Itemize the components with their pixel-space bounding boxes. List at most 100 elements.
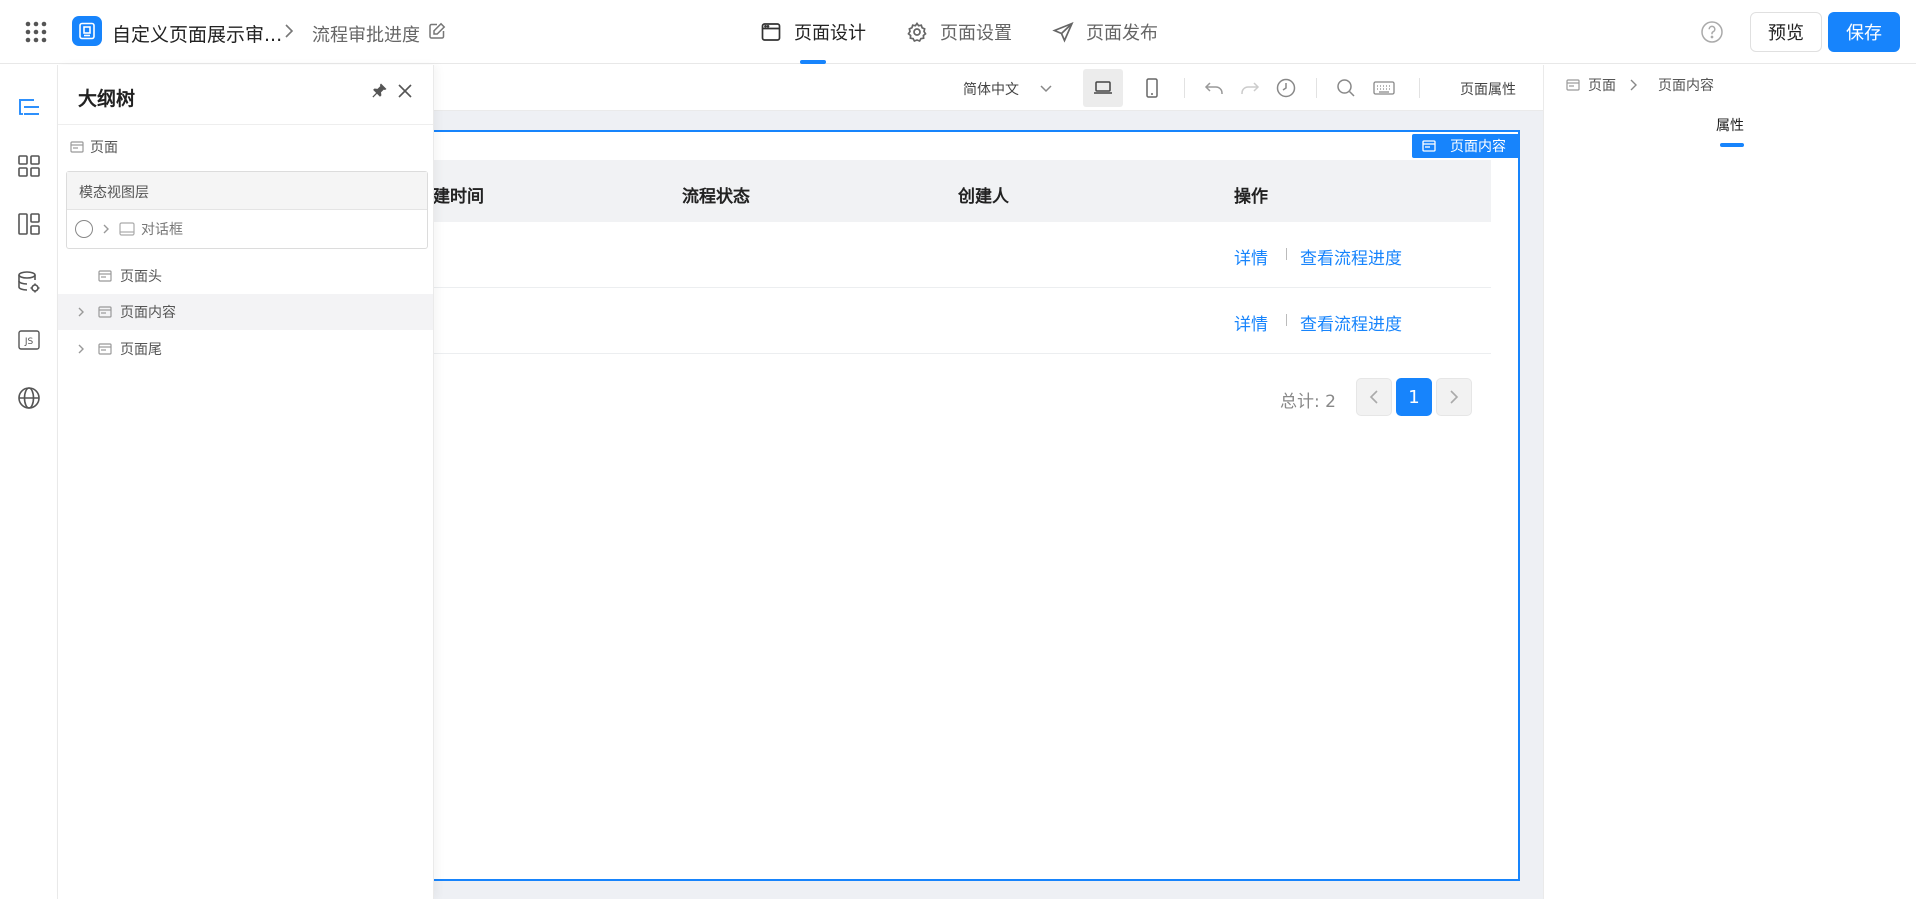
tree-root-page[interactable]: 页面 [70,137,118,157]
page-node-icon [98,343,112,355]
detail-link[interactable]: 详情 [1234,244,1268,269]
send-icon [1052,21,1086,43]
chevron-right-icon[interactable] [101,222,111,236]
chevron-right-icon[interactable] [76,305,92,319]
edit-icon[interactable] [428,22,446,40]
chevron-down-icon [1019,84,1053,94]
detail-link[interactable]: 详情 [1234,310,1268,335]
selected-component-badge[interactable]: 页面内容 [1412,134,1520,158]
page-title: 流程审批进度 [312,25,420,46]
datasource-icon[interactable] [16,269,42,295]
page-number-button[interactable]: 1 [1396,378,1432,416]
visibility-radio[interactable] [75,220,93,238]
tab-page-publish[interactable]: 页面发布 [1052,0,1158,64]
column-header-created-time: 建时间 [433,187,484,207]
gear-icon [906,21,940,43]
tree-root-label: 页面 [90,140,118,156]
chevron-left-icon [1368,388,1380,406]
breadcrumb-item-page[interactable]: 页面 [1588,75,1616,95]
toolbar-divider [1316,78,1317,98]
language-select[interactable]: 简体中文 [963,79,1053,99]
breadcrumb-item-page-content[interactable]: 页面内容 [1658,75,1714,95]
page-node-icon [1566,79,1588,91]
redo-icon [1239,79,1261,97]
modal-layer-title: 模态视图层 [67,172,427,210]
tree-item-page-content[interactable]: 页面内容 [58,294,433,330]
desktop-view-button[interactable] [1083,69,1123,107]
next-page-button[interactable] [1436,378,1472,416]
page-node-icon [98,270,112,282]
clock-icon [1275,77,1297,99]
tab-page-settings[interactable]: 页面设置 [906,0,1012,64]
svg-text:JS: JS [24,337,34,347]
chevron-right-icon [1448,388,1460,406]
history-button[interactable] [1266,69,1306,107]
mobile-view-button[interactable] [1132,69,1172,107]
chevron-right-icon [1628,78,1646,92]
save-button[interactable]: 保存 [1828,12,1900,52]
js-code-icon[interactable]: JS [16,327,42,353]
preview-button[interactable]: 预览 [1750,12,1822,52]
help-icon[interactable] [1700,20,1724,44]
tree-item-page-header[interactable]: 页面头 [58,258,433,294]
phone-icon [1144,77,1160,99]
active-tab-indicator [800,60,826,64]
layout-icon[interactable] [16,211,42,237]
app-logo [72,16,102,46]
chevron-right-icon [282,21,296,41]
app-name[interactable]: 自定义页面展示审... [112,20,282,47]
table-row: 详情 查看流程进度 [434,288,1491,354]
toolbar-divider [1184,78,1185,98]
tab-properties[interactable]: 属性 [1716,115,1744,135]
link-separator [1286,314,1287,326]
table-row: 详情 查看流程进度 [434,222,1491,288]
page-node-icon [70,141,90,153]
page-content-frame[interactable]: 页面内容 建时间 流程状态 创建人 操作 详情 查看流程进度 详情 查看流程进度… [433,130,1520,881]
language-value: 简体中文 [963,82,1019,98]
modal-view-layer: 模态视图层 对话框 [66,171,428,249]
close-icon[interactable] [396,82,414,100]
search-button[interactable] [1326,69,1366,107]
outline-tree-panel: 大纲树 页面 模态视图层 对话框 页面头 页面内容 页面尾 [58,65,434,899]
badge-label: 页面内容 [1450,139,1506,155]
keyboard-icon [1372,79,1396,97]
undo-icon [1203,79,1225,97]
outline-tree-icon[interactable] [16,95,42,121]
view-progress-link[interactable]: 查看流程进度 [1300,310,1402,335]
active-tab-indicator [1720,143,1744,147]
properties-panel: 页面 页面内容 属性 [1543,65,1916,899]
laptop-icon [1092,79,1114,97]
modal-dialog-item[interactable]: 对话框 [67,210,427,248]
globe-icon[interactable] [16,385,42,411]
chevron-right-icon[interactable] [76,342,92,356]
page-properties-button[interactable]: 页面属性 [1460,79,1516,99]
tab-label: 页面设计 [794,23,866,44]
canvas-toolbar: 简体中文 页面属性 [434,65,1543,111]
outline-header: 大纲树 [58,65,433,125]
keyboard-shortcuts-button[interactable] [1364,69,1404,107]
top-bar: 自定义页面展示审... 流程审批进度 页面设计 页面设置 页面发布 预览 保存 [0,0,1916,64]
column-header-actions: 操作 [1234,187,1268,207]
left-icon-rail: JS [0,65,58,899]
prev-page-button[interactable] [1356,378,1392,416]
pin-icon[interactable] [370,82,388,100]
column-header-status: 流程状态 [682,187,750,207]
undo-button[interactable] [1194,69,1234,107]
tree-item-page-footer[interactable]: 页面尾 [58,331,433,367]
tree-item-label: 页面内容 [120,305,176,321]
apps-grid-icon[interactable] [24,20,48,44]
dialog-label: 对话框 [141,222,183,238]
components-grid-icon[interactable] [16,153,42,179]
component-breadcrumb: 页面 页面内容 [1566,75,1714,95]
page-node-icon [98,306,112,318]
tree-item-label: 页面头 [120,269,162,285]
toolbar-divider [1419,78,1420,98]
redo-button[interactable] [1230,69,1270,107]
view-progress-link[interactable]: 查看流程进度 [1300,244,1402,269]
table-header: 建时间 流程状态 创建人 操作 [433,160,1491,222]
pagination-total: 总计: 2 [1280,392,1336,412]
link-separator [1286,248,1287,260]
browser-window-icon [760,21,794,43]
tab-label: 页面发布 [1086,23,1158,44]
tab-page-design[interactable]: 页面设计 [760,0,866,64]
